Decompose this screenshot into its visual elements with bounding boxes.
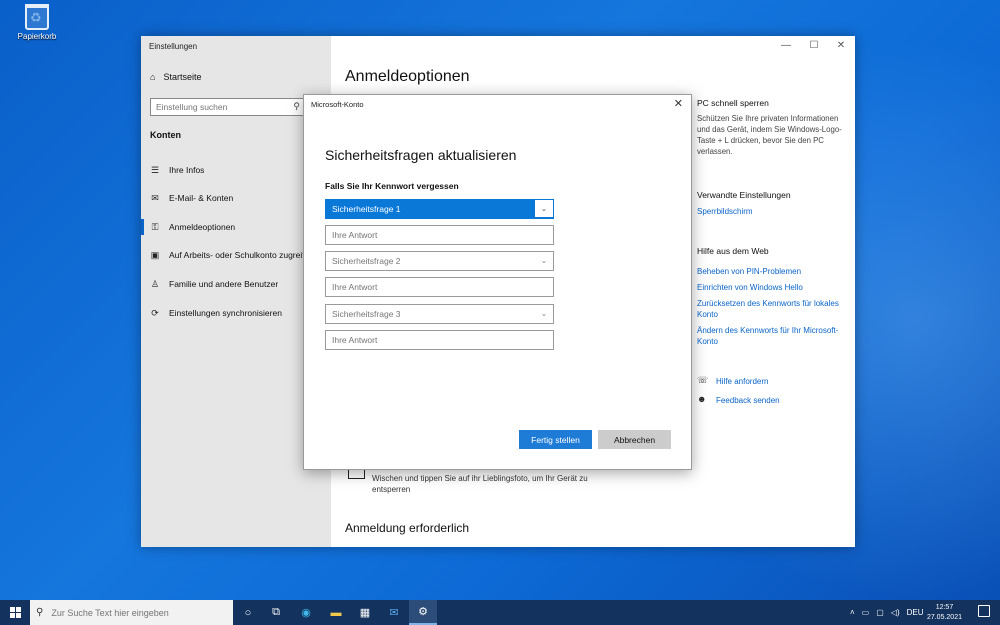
security-questions-dialog: Microsoft-Konto ✕ Sicherheitsfragen aktu…	[303, 94, 692, 470]
clock-time: 12:57	[935, 604, 954, 611]
home-label: Startseite	[163, 72, 202, 82]
chevron-down-icon: ⌄	[540, 309, 548, 318]
settings-search-input[interactable]	[156, 102, 286, 112]
sync-icon: ⟳	[151, 307, 159, 318]
web-link-hello[interactable]: Einrichten von Windows Hello	[697, 282, 842, 293]
minimize-icon: —	[781, 40, 791, 51]
cancel-button[interactable]: Abbrechen	[598, 430, 671, 449]
cortana-icon: ○	[244, 606, 252, 619]
answer-3-field[interactable]	[325, 330, 554, 350]
recycle-bin-label: Papierkorb	[17, 32, 57, 41]
person-add-icon: ♙	[150, 278, 160, 289]
lock-screen-link[interactable]: Sperrbildschirm	[697, 206, 842, 217]
picture-password-text: Wischen und tippen Sie auf ihr Lieblings…	[372, 474, 588, 494]
edge-icon: ◉	[301, 607, 311, 619]
clock-date: 27.05.2021	[926, 614, 962, 621]
page-title: Anmeldeoptionen	[345, 68, 470, 85]
web-link-change-password[interactable]: Ändern des Kennworts für Ihr Microsoft-K…	[697, 325, 842, 347]
chevron-down-icon: ⌄	[540, 256, 548, 265]
minimize-button[interactable]: —	[771, 38, 801, 54]
maximize-icon: ☐	[809, 40, 819, 51]
display-icon[interactable]: ▢	[876, 608, 884, 617]
close-icon: ✕	[673, 98, 683, 110]
finish-button[interactable]: Fertig stellen	[519, 430, 592, 449]
section-title: Konten	[150, 130, 181, 140]
mail-button[interactable]: ✉	[380, 600, 408, 625]
language-indicator[interactable]: DEU	[907, 608, 924, 617]
search-icon: ⚲	[36, 607, 44, 618]
taskbar-search[interactable]: ⚲	[30, 600, 233, 625]
key-icon: ⚿	[151, 221, 159, 232]
store-button[interactable]: ▦	[351, 600, 379, 625]
web-help-title: Hilfe aus dem Web	[697, 246, 769, 256]
taskbar-search-input[interactable]	[51, 607, 222, 618]
chevron-up-icon[interactable]: ˄	[850, 608, 855, 617]
notification-icon[interactable]	[978, 605, 990, 617]
chevron-down-icon: ⌄	[535, 200, 553, 217]
security-question-2-select[interactable]: Sicherheitsfrage 2 ⌄	[325, 251, 554, 271]
mail-icon: ✉	[389, 607, 399, 619]
dialog-close-button[interactable]: ✕	[674, 97, 683, 110]
answer-1-input[interactable]	[332, 230, 547, 240]
dialog-subheading: Falls Sie Ihr Kennwort vergessen	[325, 181, 459, 191]
answer-3-input[interactable]	[332, 335, 547, 345]
person-card-icon: ☰	[150, 164, 160, 175]
answer-2-input[interactable]	[332, 282, 547, 292]
mail-icon: ✉	[151, 192, 159, 203]
start-button[interactable]	[0, 600, 30, 625]
recycle-bin-icon	[25, 4, 49, 30]
lock-text: Schützen Sie Ihre privaten Informationen…	[697, 114, 842, 156]
lock-title: PC schnell sperren	[697, 98, 769, 108]
cortana-button[interactable]: ○	[234, 600, 262, 625]
settings-taskbar-button[interactable]: ⚙	[409, 600, 437, 625]
close-window-button[interactable]: ✕	[826, 38, 856, 54]
help-icon: ☏	[697, 375, 709, 385]
sign-in-required-title: Anmeldung erforderlich	[345, 521, 470, 535]
volume-icon[interactable]: ◁)	[891, 608, 900, 617]
feedback-link[interactable]: Feedback senden	[716, 395, 861, 406]
sidebar-home[interactable]: ⌂ Startseite	[150, 72, 201, 82]
answer-1-field[interactable]	[325, 225, 554, 245]
folder-icon: ▬	[330, 606, 342, 619]
window-title: Einstellungen	[149, 42, 198, 51]
web-link-reset-password[interactable]: Zurücksetzen des Kennworts für lokales K…	[697, 298, 842, 320]
security-question-3-select[interactable]: Sicherheitsfrage 3 ⌄	[325, 304, 554, 324]
explorer-button[interactable]: ▬	[322, 600, 350, 625]
gear-icon: ⚙	[418, 606, 428, 618]
get-help-link[interactable]: Hilfe anfordern	[716, 376, 861, 387]
dialog-title: Microsoft-Konto	[311, 100, 364, 109]
task-view-icon: ⧉	[272, 606, 280, 618]
answer-2-field[interactable]	[325, 277, 554, 297]
settings-search[interactable]: ⚲	[150, 98, 305, 116]
briefcase-icon: ▣	[150, 249, 160, 260]
edge-button[interactable]: ◉	[292, 600, 320, 625]
store-icon: ▦	[359, 607, 371, 619]
security-question-1-select[interactable]: Sicherheitsfrage 1 ⌄	[325, 199, 554, 219]
related-settings-title: Verwandte Einstellungen	[697, 190, 791, 200]
clock[interactable]: 12:57 27.05.2021	[927, 603, 962, 623]
task-view-button[interactable]: ⧉	[262, 600, 290, 625]
maximize-button[interactable]: ☐	[799, 38, 829, 54]
search-icon: ⚲	[293, 101, 300, 111]
web-link-pin[interactable]: Beheben von PIN-Problemen	[697, 266, 842, 277]
dialog-heading: Sicherheitsfragen aktualisieren	[325, 147, 517, 163]
recycle-bin[interactable]: Papierkorb	[14, 4, 60, 41]
windows-logo-icon	[9, 607, 21, 618]
feedback-icon: ☻	[697, 394, 707, 404]
network-icon[interactable]: ▭	[862, 608, 870, 617]
system-tray: ˄ ▭ ▢ ◁) DEU	[850, 600, 924, 625]
taskbar: ⚲ ○ ⧉ ◉ ▬ ▦ ✉ ⚙ ˄ ▭ ▢ ◁) DEU 12:57 27.05…	[0, 600, 1000, 625]
close-icon: ✕	[836, 40, 846, 51]
home-icon: ⌂	[150, 72, 156, 82]
